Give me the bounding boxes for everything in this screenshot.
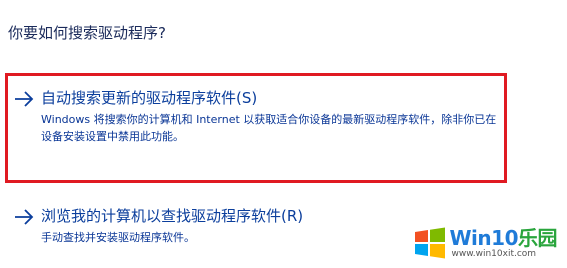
- watermark: Win10乐园 www.win10xit.com: [413, 226, 558, 260]
- watermark-brand: Win10乐园: [450, 227, 558, 249]
- watermark-brand-win: Win: [449, 225, 492, 250]
- dialog-question: 你要如何搜索驱动程序?: [8, 24, 166, 42]
- option-auto-search-description: Windows 将搜索你的计算机和 Internet 以获取适合你设备的最新驱动…: [41, 113, 497, 143]
- option-auto-search[interactable]: 自动搜索更新的驱动程序软件(S) Windows 将搜索你的计算机和 Inter…: [13, 88, 496, 145]
- watermark-brand-cn: 乐园: [518, 225, 558, 250]
- option-auto-search-title[interactable]: 自动搜索更新的驱动程序软件(S): [41, 88, 501, 108]
- windows-logo-icon: [414, 227, 445, 259]
- watermark-brand-num: 10: [491, 225, 518, 250]
- watermark-text: Win10乐园 www.win10xit.com: [450, 227, 558, 260]
- right-arrow-icon: [15, 209, 34, 225]
- option-browse-computer-title[interactable]: 浏览我的计算机以查找驱动程序软件(R): [41, 206, 501, 226]
- right-arrow-icon: [15, 91, 34, 107]
- option-browse-computer[interactable]: 浏览我的计算机以查找驱动程序软件(R) 手动查找并安装驱动程序软件。: [13, 206, 413, 246]
- option-auto-search-text: 自动搜索更新的驱动程序软件(S) Windows 将搜索你的计算机和 Inter…: [41, 88, 501, 145]
- watermark-url: www.win10xit.com: [451, 248, 537, 259]
